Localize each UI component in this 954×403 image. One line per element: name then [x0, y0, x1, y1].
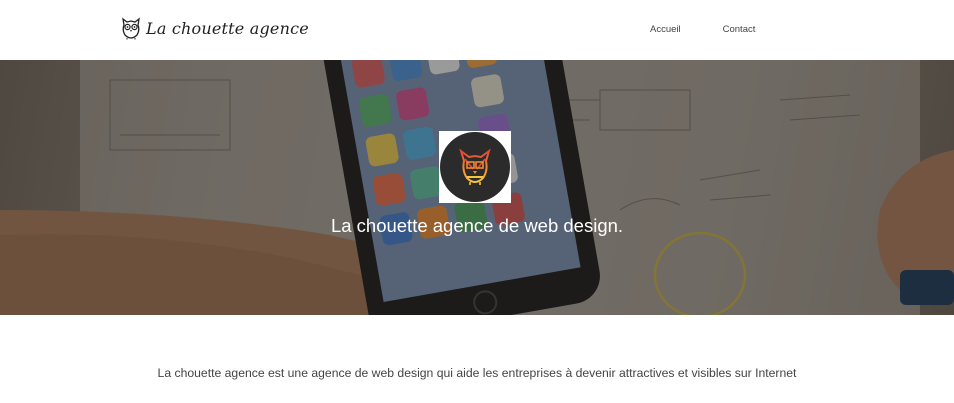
brand-name: La chouette agence — [146, 18, 309, 38]
hero-logo — [439, 131, 511, 203]
hero-title: La chouette agence de web design. — [330, 215, 624, 236]
intro-text: La chouette agence est une agence de web… — [157, 366, 797, 380]
brand-link[interactable]: La chouette agence — [120, 15, 309, 41]
hero-banner: La chouette agence de web design. — [0, 60, 954, 315]
nav-link-accueil[interactable]: Accueil — [650, 24, 681, 35]
nav-link-contact[interactable]: Contact — [723, 24, 756, 35]
owl-logo-icon — [440, 132, 510, 202]
owl-icon — [120, 16, 142, 40]
site-header: La chouette agence Accueil Contact — [0, 0, 954, 60]
main-nav: Accueil Contact — [650, 24, 755, 35]
